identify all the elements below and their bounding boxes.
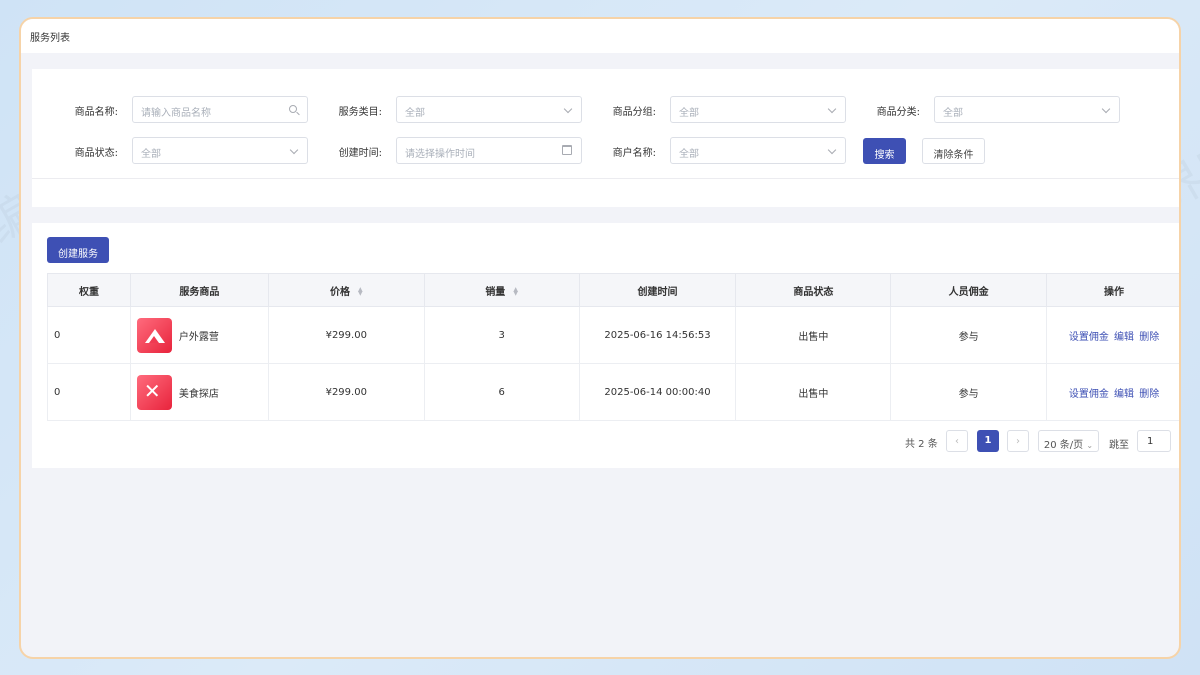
calendar-icon xyxy=(562,145,572,155)
merchant-name-label: 商户名称: xyxy=(612,148,656,159)
utensils-icon: ✕ xyxy=(136,374,172,410)
search-button[interactable]: 搜索 xyxy=(863,138,906,164)
column-header-price[interactable]: 价格 ▲ ▼ xyxy=(267,273,425,307)
cell-sales: 6 xyxy=(423,363,580,421)
cell-actions: 设置佣金 编辑 删除 xyxy=(1046,306,1179,364)
cell-product: ✕ 美食探店 xyxy=(129,363,269,421)
chevron-down-icon xyxy=(1101,104,1111,114)
cell-created: 2025-06-16 14:56:53 xyxy=(578,306,737,364)
delete-link[interactable]: 删除 xyxy=(1139,389,1159,400)
product-group-value: 全部 xyxy=(679,108,699,119)
table-row: 0 户外露营 ¥299.00 3 2025-06-16 14:56:53 出售中… xyxy=(47,306,1179,364)
create-time-picker[interactable]: 请选择操作时间 xyxy=(396,137,582,164)
page-size-select[interactable]: 20 条/页 ⌄ xyxy=(1038,430,1099,452)
merchant-name-select[interactable]: 全部 xyxy=(670,137,846,164)
table-panel: 创建服务 权重 服务商品 价格 ▲ ▼ 销量 ▲ ▼ 创建时间 商品状态 人员佣金 操作 xyxy=(32,223,1179,468)
service-category-select[interactable]: 全部 xyxy=(396,96,582,123)
cell-price: ¥299.00 xyxy=(267,306,425,364)
cell-sales: 3 xyxy=(423,306,580,364)
clear-filters-button[interactable]: 清除条件 xyxy=(922,138,985,164)
filter-divider xyxy=(32,178,1179,179)
chevron-down-icon: ⌄ xyxy=(1086,441,1094,450)
page-title: 服务列表 xyxy=(21,19,1179,53)
pagination-total: 共 2 条 xyxy=(905,439,938,450)
product-name-placeholder: 请输入商品名称 xyxy=(141,108,211,119)
cell-actions: 设置佣金 编辑 删除 xyxy=(1046,363,1179,421)
cell-created: 2025-06-14 00:00:40 xyxy=(578,363,737,421)
column-header-weight: 权重 xyxy=(47,273,131,307)
mountain-icon xyxy=(136,317,172,353)
chevron-down-icon xyxy=(289,145,299,155)
service-table: 权重 服务商品 价格 ▲ ▼ 销量 ▲ ▼ 创建时间 商品状态 人员佣金 操作 0 xyxy=(47,273,1179,421)
set-commission-link[interactable]: 设置佣金 xyxy=(1069,332,1109,343)
service-category-label: 服务类目: xyxy=(338,107,382,118)
product-class-label: 商品分类: xyxy=(876,107,920,118)
column-header-product: 服务商品 xyxy=(129,273,269,307)
table-row: 0 ✕ 美食探店 ¥299.00 6 2025-06-14 00:00:40 出… xyxy=(47,363,1179,421)
column-header-status: 商品状态 xyxy=(735,273,892,307)
product-group-select[interactable]: 全部 xyxy=(670,96,846,123)
page-number-1[interactable]: 1 xyxy=(977,430,999,452)
product-group-label: 商品分组: xyxy=(612,107,656,118)
cell-weight: 0 xyxy=(47,363,131,421)
cell-commission: 参与 xyxy=(890,306,1048,364)
column-header-commission: 人员佣金 xyxy=(890,273,1048,307)
app-frame: 服务列表 商品名称: 请输入商品名称 服务类目: 全部 商品分组: 全部 商品分… xyxy=(19,17,1181,659)
cell-product: 户外露营 xyxy=(129,306,269,364)
chevron-down-icon xyxy=(827,145,837,155)
edit-link[interactable]: 编辑 xyxy=(1114,332,1134,343)
table-header-row: 权重 服务商品 价格 ▲ ▼ 销量 ▲ ▼ 创建时间 商品状态 人员佣金 操作 xyxy=(47,273,1179,307)
product-name: 户外露营 xyxy=(178,331,219,343)
product-class-value: 全部 xyxy=(943,108,963,119)
cell-weight: 0 xyxy=(47,306,131,364)
cell-status: 出售中 xyxy=(735,363,892,421)
product-name: 美食探店 xyxy=(178,388,219,400)
sort-icon[interactable]: ▲ ▼ xyxy=(513,286,518,296)
column-header-sales-label: 销量 xyxy=(485,286,506,298)
cell-price: ¥299.00 xyxy=(267,363,425,421)
sort-icon[interactable]: ▲ ▼ xyxy=(358,286,363,296)
column-header-created: 创建时间 xyxy=(578,273,737,307)
product-status-label: 商品状态: xyxy=(74,148,118,159)
create-time-placeholder: 请选择操作时间 xyxy=(405,149,475,160)
delete-link[interactable]: 删除 xyxy=(1139,332,1159,343)
product-status-select[interactable]: 全部 xyxy=(132,137,308,164)
page-size-value: 20 条/页 xyxy=(1043,440,1084,451)
product-name-label: 商品名称: xyxy=(74,107,118,118)
merchant-name-value: 全部 xyxy=(679,149,699,160)
column-header-price-label: 价格 xyxy=(329,286,350,298)
service-category-value: 全部 xyxy=(405,108,425,119)
chevron-down-icon xyxy=(827,104,837,114)
cell-commission: 参与 xyxy=(890,363,1048,421)
cell-status: 出售中 xyxy=(735,306,892,364)
create-time-label: 创建时间: xyxy=(338,148,382,159)
product-status-value: 全部 xyxy=(141,149,161,160)
edit-link[interactable]: 编辑 xyxy=(1114,389,1134,400)
column-header-actions: 操作 xyxy=(1046,273,1179,307)
product-name-input[interactable]: 请输入商品名称 xyxy=(132,96,308,123)
filter-panel: 商品名称: 请输入商品名称 服务类目: 全部 商品分组: 全部 商品分类: 全部… xyxy=(32,69,1179,207)
create-service-button[interactable]: 创建服务 xyxy=(47,237,109,263)
prev-page-button[interactable]: ‹ xyxy=(946,430,968,452)
product-class-select[interactable]: 全部 xyxy=(934,96,1120,123)
next-page-button[interactable]: › xyxy=(1007,430,1029,452)
jump-page-input[interactable]: 1 xyxy=(1137,430,1171,452)
jump-label: 跳至 xyxy=(1109,440,1129,451)
chevron-down-icon xyxy=(563,104,573,114)
column-header-sales[interactable]: 销量 ▲ ▼ xyxy=(423,273,580,307)
set-commission-link[interactable]: 设置佣金 xyxy=(1069,389,1109,400)
search-icon xyxy=(289,105,297,113)
